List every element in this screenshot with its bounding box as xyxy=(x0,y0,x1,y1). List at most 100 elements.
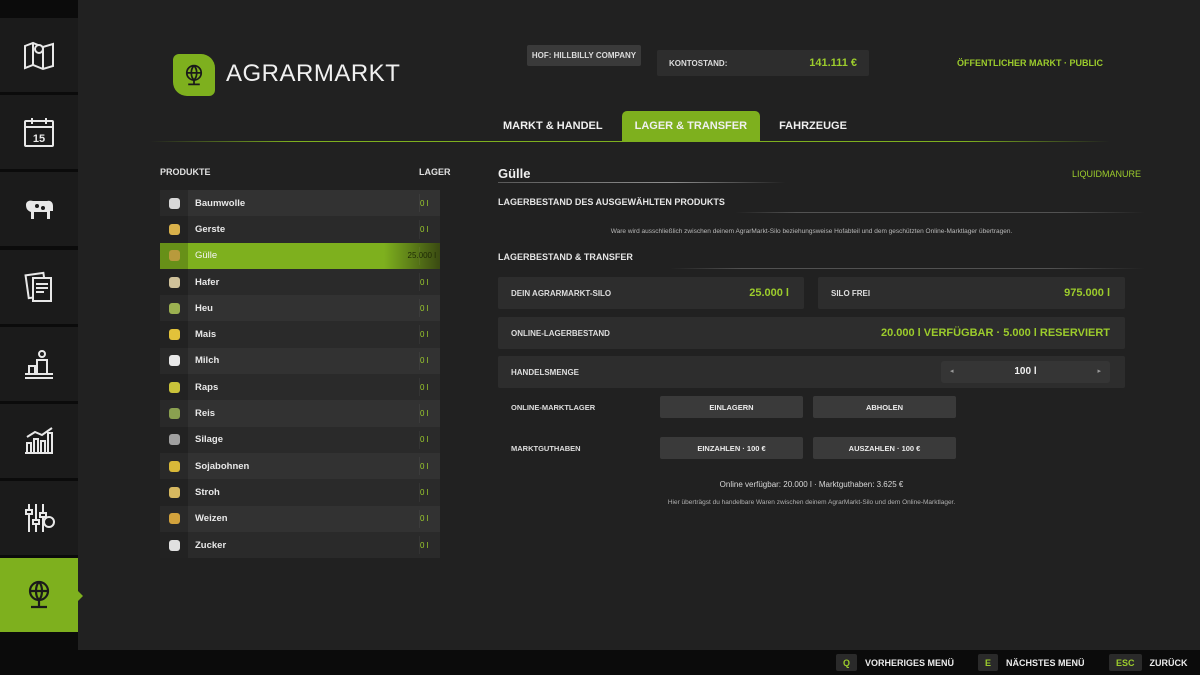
production-icon xyxy=(25,350,53,379)
transfer-section-title: LAGERBESTAND & TRANSFER xyxy=(498,252,633,262)
tab-bar: MARKT & HANDEL LAGER & TRANSFER FAHRZEUG… xyxy=(490,111,866,141)
product-title: Gülle xyxy=(498,166,531,181)
product-icon-swatch xyxy=(168,197,180,209)
product-row[interactable]: Mais 0 l xyxy=(160,321,440,348)
silo-free-card: SILO FREI 975.000 l xyxy=(818,277,1125,309)
deposit-button[interactable]: EINZAHLEN · 100 € xyxy=(660,437,803,459)
sidebar-item-animals[interactable] xyxy=(0,172,78,246)
row-separator xyxy=(419,509,420,528)
product-icon-swatch xyxy=(168,513,180,525)
product-icon-swatch xyxy=(168,355,180,367)
product-row[interactable]: Zucker 0 l xyxy=(160,531,440,559)
statistics-icon xyxy=(25,427,53,454)
sidebar-item-production[interactable] xyxy=(0,327,78,401)
product-row[interactable]: Hafer 0 l xyxy=(160,268,440,296)
silo-value: 25.000 l xyxy=(749,287,789,299)
products-header: PRODUKTE xyxy=(160,167,211,177)
app-title: AGRARMARKT xyxy=(226,60,401,87)
product-row[interactable]: Silage 0 l xyxy=(160,426,440,453)
sidebar-item-map[interactable] xyxy=(0,18,78,92)
row-separator xyxy=(419,404,420,423)
product-name: Raps xyxy=(195,381,219,393)
product-name: Stroh xyxy=(195,486,220,498)
next-menu-hint[interactable]: E NÄCHSTES MENÜ xyxy=(978,654,1085,671)
tab-underline xyxy=(150,141,1110,142)
balance-box: KONTOSTAND: 141.111 € xyxy=(657,50,869,76)
product-name: Baumwolle xyxy=(195,197,246,209)
withdraw-button[interactable]: AUSZAHLEN · 100 € xyxy=(813,437,956,459)
tab-fahrzeuge[interactable]: FAHRZEUGE xyxy=(766,111,860,141)
key-q: Q xyxy=(836,654,858,671)
product-icon-swatch xyxy=(168,460,180,472)
chevron-right-icon[interactable]: ▸ xyxy=(1097,367,1101,375)
product-row[interactable]: Reis 0 l xyxy=(160,400,440,427)
product-row[interactable]: Weizen 0 l xyxy=(160,505,440,532)
sidebar-item-agrarmarkt[interactable] xyxy=(0,558,83,632)
agrarmarkt-icon xyxy=(28,580,50,609)
product-quantity: 0 l xyxy=(420,409,429,419)
tab-lager-transfer[interactable]: LAGER & TRANSFER xyxy=(621,111,761,141)
product-row[interactable]: Baumwolle 0 l xyxy=(160,190,440,217)
product-icon xyxy=(160,295,188,322)
product-row[interactable]: Milch 0 l xyxy=(160,347,440,375)
product-icon-swatch xyxy=(168,381,180,393)
stock-note: Ware wird ausschließlich zwischen deinem… xyxy=(610,228,1013,235)
active-indicator xyxy=(77,590,83,602)
fetch-button[interactable]: ABHOLEN xyxy=(813,396,956,418)
next-menu-label: NÄCHSTES MENÜ xyxy=(1006,657,1085,668)
balance-value: 141.111 € xyxy=(809,57,857,69)
storage-header: LAGER xyxy=(419,167,451,177)
row-separator xyxy=(419,430,420,449)
product-icon-swatch xyxy=(168,539,180,551)
product-quantity: 0 l xyxy=(420,514,429,524)
row-separator xyxy=(419,535,420,555)
product-name: Gerste xyxy=(195,223,226,235)
product-icon-swatch xyxy=(168,223,180,235)
row-separator xyxy=(419,378,420,397)
key-esc: ESC xyxy=(1109,654,1142,671)
product-icon xyxy=(160,321,188,348)
silo-free-label: SILO FREI xyxy=(831,289,871,298)
sidebar-item-calendar[interactable]: 15 xyxy=(0,95,78,169)
product-row[interactable]: Stroh 0 l xyxy=(160,479,440,506)
help-text: Hier überträgst du handelbare Waren zwis… xyxy=(667,499,956,506)
product-icon xyxy=(160,505,188,532)
product-icon-swatch xyxy=(168,486,180,498)
back-hint[interactable]: ESC ZURÜCK xyxy=(1109,654,1188,671)
product-row[interactable]: Heu 0 l xyxy=(160,295,440,322)
product-name: Milch xyxy=(195,355,220,367)
balance-label: KONTOSTAND: xyxy=(669,59,728,68)
row-separator xyxy=(419,220,420,239)
product-row[interactable]: Raps 0 l xyxy=(160,374,440,401)
market-mode: ÖFFENTLICHER MARKT · PUBLIC xyxy=(957,58,1103,68)
product-name: Heu xyxy=(195,302,213,314)
trade-amount-stepper[interactable]: ◂ 100 l ▸ xyxy=(941,361,1110,383)
product-row[interactable]: Sojabohnen 0 l xyxy=(160,452,440,480)
product-icon xyxy=(160,400,188,427)
online-stock-value: 20.000 l VERFÜGBAR · 5.000 l RESERVIERT xyxy=(880,327,1110,339)
online-stock-card: ONLINE-LAGERBESTAND 20.000 l VERFÜGBAR ·… xyxy=(498,317,1125,349)
store-button[interactable]: EINLAGERN xyxy=(660,396,803,418)
product-quantity: 25.000 l xyxy=(407,251,436,261)
previous-menu-hint[interactable]: Q VORHERIGES MENÜ xyxy=(836,654,954,671)
product-icon-swatch xyxy=(168,302,180,314)
product-row[interactable]: Gülle 25.000 l xyxy=(160,242,440,269)
sidebar-item-statistics[interactable] xyxy=(0,404,78,478)
product-icon xyxy=(160,190,188,217)
key-e: E xyxy=(978,654,999,671)
previous-menu-label: VORHERIGES MENÜ xyxy=(865,657,955,668)
product-icon-swatch xyxy=(168,434,180,446)
online-stock-label: ONLINE-LAGERBESTAND xyxy=(511,329,610,338)
tab-markt-handel[interactable]: MARKT & HANDEL xyxy=(490,111,616,141)
back-label: ZURÜCK xyxy=(1149,657,1188,668)
row-separator xyxy=(419,483,420,502)
product-name: Gülle xyxy=(195,250,218,262)
row-separator xyxy=(419,325,420,344)
product-quantity: 0 l xyxy=(420,487,429,497)
product-row[interactable]: Gerste 0 l xyxy=(160,216,440,243)
summary-text: Online verfügbar: 20.000 l · Marktguthab… xyxy=(719,480,904,489)
product-icon xyxy=(160,426,188,453)
sidebar-item-settings[interactable] xyxy=(0,481,78,555)
product-quantity: 0 l xyxy=(420,303,429,313)
sidebar-item-contracts[interactable] xyxy=(0,250,78,324)
